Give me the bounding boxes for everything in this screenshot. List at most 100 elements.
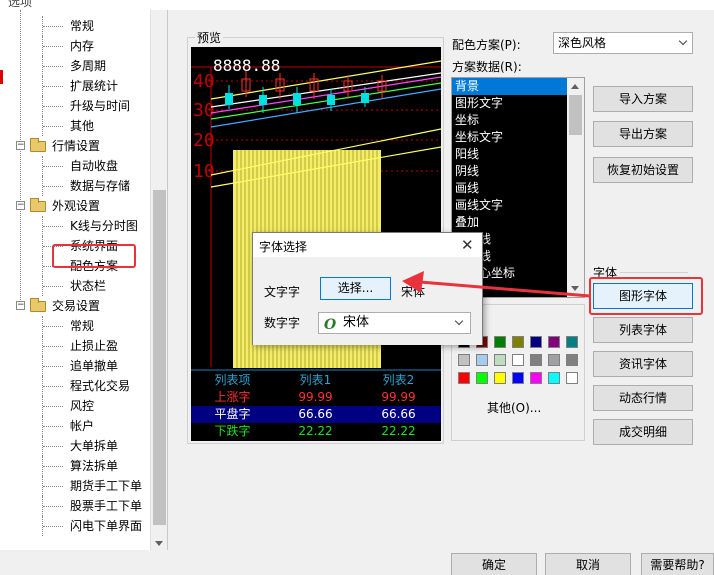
tree-group-item[interactable]: − 外观设置 bbox=[0, 196, 150, 216]
tree-item[interactable]: 闪电下单界面 bbox=[0, 516, 150, 536]
trade-detail-font-button[interactable]: 成交明细 bbox=[593, 419, 693, 445]
color-swatch[interactable] bbox=[458, 372, 470, 384]
color-swatch[interactable] bbox=[548, 354, 560, 366]
tree-connector bbox=[43, 286, 63, 287]
tree-item[interactable]: 多周期 bbox=[0, 56, 150, 76]
color-swatch[interactable] bbox=[512, 336, 524, 348]
ok-button[interactable]: 确定 bbox=[451, 553, 537, 575]
scheme-data-item[interactable]: 图形文字 bbox=[452, 95, 584, 112]
tree-item[interactable]: 期货手工下单 bbox=[0, 476, 150, 496]
preview-label: 预览 bbox=[195, 29, 224, 46]
color-swatch[interactable] bbox=[476, 354, 488, 366]
scheme-data-item[interactable]: 背景 bbox=[452, 78, 584, 95]
candle bbox=[259, 95, 267, 105]
scheme-data-item[interactable]: 阳线 bbox=[452, 146, 584, 163]
tree-scroll-thumb[interactable] bbox=[153, 190, 166, 525]
tree-group-item[interactable]: − 行情设置 bbox=[0, 136, 150, 156]
color-swatch[interactable] bbox=[530, 336, 542, 348]
color-swatch[interactable] bbox=[512, 372, 524, 384]
scheme-select-value: 深色风格 bbox=[558, 36, 607, 50]
restore-defaults-button[interactable]: 恢复初始设置 bbox=[593, 157, 693, 183]
scroll-up-arrow-icon[interactable] bbox=[571, 84, 579, 89]
cancel-button[interactable]: 取消 bbox=[545, 553, 631, 575]
color-swatch[interactable] bbox=[494, 336, 506, 348]
window-title: 选项 bbox=[8, 0, 33, 9]
scroll-down-arrow-icon[interactable] bbox=[571, 286, 579, 291]
tree-connector bbox=[43, 106, 63, 107]
candle bbox=[225, 93, 233, 105]
tree-item[interactable]: 程式化交易 bbox=[0, 376, 150, 396]
tree-connector bbox=[43, 366, 63, 367]
color-swatch[interactable] bbox=[566, 354, 578, 366]
scheme-data-scrollbar[interactable] bbox=[567, 78, 584, 297]
color-swatch[interactable] bbox=[530, 372, 542, 384]
collapse-icon[interactable]: − bbox=[16, 141, 25, 150]
color-swatch[interactable] bbox=[512, 354, 524, 366]
tree-item[interactable]: 其他 bbox=[0, 116, 150, 136]
tree-item[interactable]: 常规 bbox=[0, 16, 150, 36]
scheme-select[interactable]: 深色风格 bbox=[553, 32, 693, 54]
color-swatch[interactable] bbox=[530, 354, 542, 366]
tree-scrollbar[interactable] bbox=[150, 10, 167, 550]
table-header-row: 列表项 列表1 列表2 bbox=[191, 372, 441, 389]
collapse-icon[interactable]: − bbox=[16, 301, 25, 310]
tree-group-item[interactable]: − 交易设置 bbox=[0, 296, 150, 316]
tree-connector bbox=[43, 46, 63, 47]
tree-item[interactable]: 扩展统计 bbox=[0, 76, 150, 96]
list-font-button[interactable]: 列表字体 bbox=[593, 317, 693, 343]
news-font-button[interactable]: 资讯字体 bbox=[593, 351, 693, 377]
tree-item[interactable]: 内存 bbox=[0, 36, 150, 56]
color-swatch[interactable] bbox=[494, 354, 506, 366]
scheme-data-item[interactable]: 画线 bbox=[452, 180, 584, 197]
tree-item[interactable]: 帐户 bbox=[0, 416, 150, 436]
tree-item[interactable]: 风控 bbox=[0, 396, 150, 416]
tree-item[interactable]: 追单撤单 bbox=[0, 356, 150, 376]
color-swatch[interactable] bbox=[566, 372, 578, 384]
tree-item[interactable]: 算法拆单 bbox=[0, 456, 150, 476]
color-swatch[interactable] bbox=[476, 372, 488, 384]
row-value: 99.99 bbox=[381, 390, 416, 404]
number-font-label: 数字字 bbox=[264, 316, 301, 330]
price-readout: 8888.88 bbox=[213, 56, 280, 75]
font-group-divider bbox=[620, 272, 688, 273]
close-icon[interactable]: ✕ bbox=[461, 236, 474, 254]
choose-font-button[interactable]: 选择... bbox=[320, 277, 391, 300]
collapse-icon[interactable]: − bbox=[16, 201, 25, 210]
tree-item[interactable]: K线与分时图 bbox=[0, 216, 150, 236]
chevron-down-icon bbox=[454, 316, 464, 326]
tree-item[interactable]: 自动收盘 bbox=[0, 156, 150, 176]
color-swatch[interactable] bbox=[548, 336, 560, 348]
scroll-down-arrow-icon[interactable] bbox=[155, 541, 163, 546]
scheme-data-item[interactable]: 坐标文字 bbox=[452, 129, 584, 146]
other-color-button[interactable]: 其他(O)... bbox=[487, 399, 541, 416]
tree-connector bbox=[43, 346, 63, 347]
tree-item[interactable]: 常规 bbox=[0, 316, 150, 336]
scheme-data-scroll-thumb[interactable] bbox=[569, 95, 582, 135]
scheme-data-item[interactable]: 阴线 bbox=[452, 163, 584, 180]
scheme-data-item[interactable]: 叠加 bbox=[452, 214, 584, 231]
tree-item[interactable]: 股票手工下单 bbox=[0, 496, 150, 516]
export-scheme-button[interactable]: 导出方案 bbox=[593, 121, 693, 147]
table-row-down: 下跌字 22.22 22.22 bbox=[191, 423, 441, 440]
tree-item[interactable]: 状态栏 bbox=[0, 276, 150, 296]
tree-item[interactable]: 升级与时间 bbox=[0, 96, 150, 116]
live-quote-font-button[interactable]: 动态行情 bbox=[593, 385, 693, 411]
help-button[interactable]: 需要帮助? bbox=[641, 553, 714, 575]
tree-item[interactable]: 数据与存储 bbox=[0, 176, 150, 196]
header-cell: 列表2 bbox=[382, 373, 415, 387]
tree-item-label: 大单拆单 bbox=[70, 439, 119, 453]
color-swatch[interactable] bbox=[566, 336, 578, 348]
color-swatch[interactable] bbox=[458, 354, 470, 366]
scheme-data-item[interactable]: 画线文字 bbox=[452, 197, 584, 214]
tree-item[interactable]: 大单拆单 bbox=[0, 436, 150, 456]
import-scheme-button[interactable]: 导入方案 bbox=[593, 86, 693, 112]
highlight-box-chart-font bbox=[589, 277, 703, 315]
scheme-data-item[interactable]: 坐标 bbox=[452, 112, 584, 129]
tree-item[interactable]: 止损止盈 bbox=[0, 336, 150, 356]
number-font-select[interactable]: O 宋体 bbox=[318, 312, 471, 334]
tree-connector bbox=[43, 426, 63, 427]
tree-connector bbox=[43, 166, 63, 167]
edge-marker bbox=[0, 70, 3, 84]
color-swatch[interactable] bbox=[548, 372, 560, 384]
color-swatch[interactable] bbox=[494, 372, 506, 384]
